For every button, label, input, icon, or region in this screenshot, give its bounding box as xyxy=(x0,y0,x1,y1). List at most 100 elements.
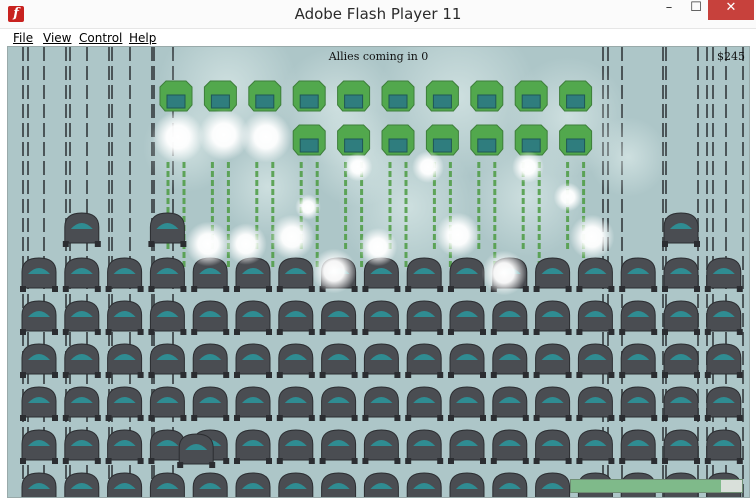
player-tread xyxy=(394,458,401,464)
player-unit xyxy=(148,212,187,247)
player-unit xyxy=(576,300,615,335)
player-tread xyxy=(694,372,700,378)
player-tread xyxy=(105,286,112,292)
game-stage[interactable]: Allies coming in 0 $245 xyxy=(8,47,749,498)
player-tread xyxy=(209,462,216,468)
player-tread xyxy=(351,458,358,464)
player-unit xyxy=(533,257,572,292)
player-unit xyxy=(276,300,315,335)
player-tread xyxy=(351,286,358,292)
flash-player-window: f Adobe Flash Player 11 – ☐ ✕ File View … xyxy=(0,0,756,500)
maximize-button[interactable]: ☐ xyxy=(683,0,709,20)
explosion-glow xyxy=(512,151,544,183)
minimize-icon: – xyxy=(665,0,673,15)
player-tread xyxy=(362,458,369,464)
player-unit xyxy=(235,472,271,498)
explosion-glow xyxy=(358,227,398,267)
player-tread xyxy=(137,329,144,335)
player-tread xyxy=(20,415,26,421)
game-canvas[interactable] xyxy=(8,47,749,498)
player-tread xyxy=(576,329,583,335)
player-unit xyxy=(362,300,401,335)
enemy-window xyxy=(344,138,364,153)
player-unit xyxy=(148,386,187,421)
player-tread xyxy=(52,329,58,335)
player-unit xyxy=(148,257,187,292)
player-unit xyxy=(276,429,315,464)
player-unit xyxy=(448,386,486,421)
enemy-unit xyxy=(337,80,371,112)
player-unit xyxy=(148,300,187,335)
player-tread xyxy=(651,372,658,378)
player-tread xyxy=(105,415,112,421)
player-unit xyxy=(319,343,358,378)
player-tread xyxy=(662,241,668,247)
player-unit xyxy=(319,386,358,421)
player-tread xyxy=(533,372,540,378)
player-unit xyxy=(662,300,700,335)
player-unit xyxy=(533,429,572,464)
player-unit xyxy=(448,257,486,292)
player-tread xyxy=(276,415,283,421)
player-tread xyxy=(191,286,198,292)
player-unit xyxy=(405,429,444,464)
player-unit xyxy=(20,257,58,292)
player-unit xyxy=(20,386,58,421)
player-tread xyxy=(619,286,626,292)
player-unit xyxy=(448,300,486,335)
player-unit xyxy=(276,257,315,292)
player-tread xyxy=(619,415,626,421)
player-tread xyxy=(522,286,529,292)
player-tread xyxy=(576,458,583,464)
player-tread xyxy=(405,415,412,421)
player-tread xyxy=(480,415,486,421)
energy-bar xyxy=(570,479,743,493)
enemy-unit xyxy=(425,80,459,112)
player-tread xyxy=(191,329,198,335)
explosion-glow xyxy=(569,214,615,260)
player-tread xyxy=(565,415,572,421)
player-tread xyxy=(148,329,155,335)
player-tread xyxy=(651,329,658,335)
player-tread xyxy=(736,372,743,378)
player-tread xyxy=(651,286,658,292)
player-tread xyxy=(362,372,369,378)
player-tread xyxy=(62,241,69,247)
player-unit xyxy=(490,429,529,464)
player-unit xyxy=(62,386,101,421)
enemy-unit xyxy=(559,124,593,156)
player-unit xyxy=(105,257,144,292)
player-tread xyxy=(576,372,583,378)
close-button[interactable]: ✕ xyxy=(708,0,754,20)
explosion-glow xyxy=(553,182,583,212)
player-unit xyxy=(490,300,529,335)
player-tread xyxy=(62,415,69,421)
player-unit xyxy=(449,472,485,498)
player-tread xyxy=(437,329,444,335)
player-unit xyxy=(704,257,743,292)
menu-control[interactable]: Control xyxy=(79,31,122,45)
player-tread xyxy=(180,329,187,335)
minimize-button[interactable]: – xyxy=(656,0,682,20)
explosion-glow xyxy=(311,248,357,294)
player-tread xyxy=(694,241,700,247)
title-bar[interactable]: f Adobe Flash Player 11 – ☐ ✕ xyxy=(0,0,756,29)
player-unit xyxy=(662,386,700,421)
player-tread xyxy=(490,458,497,464)
player-unit xyxy=(107,472,143,498)
player-tread xyxy=(234,458,240,464)
player-tread xyxy=(234,372,240,378)
player-tread xyxy=(319,329,326,335)
explosion-glow xyxy=(185,221,231,267)
enemy-unit xyxy=(381,124,415,156)
enemy-unit xyxy=(337,124,371,156)
enemy-unit xyxy=(470,124,504,156)
explosion-glow xyxy=(481,250,527,296)
explosion-glow xyxy=(152,111,204,163)
player-tread xyxy=(608,458,615,464)
menu-file[interactable]: File xyxy=(13,31,33,45)
player-tread xyxy=(576,286,583,292)
menu-view[interactable]: View xyxy=(43,31,71,45)
menu-help[interactable]: Help xyxy=(129,31,156,45)
player-tread xyxy=(565,329,572,335)
